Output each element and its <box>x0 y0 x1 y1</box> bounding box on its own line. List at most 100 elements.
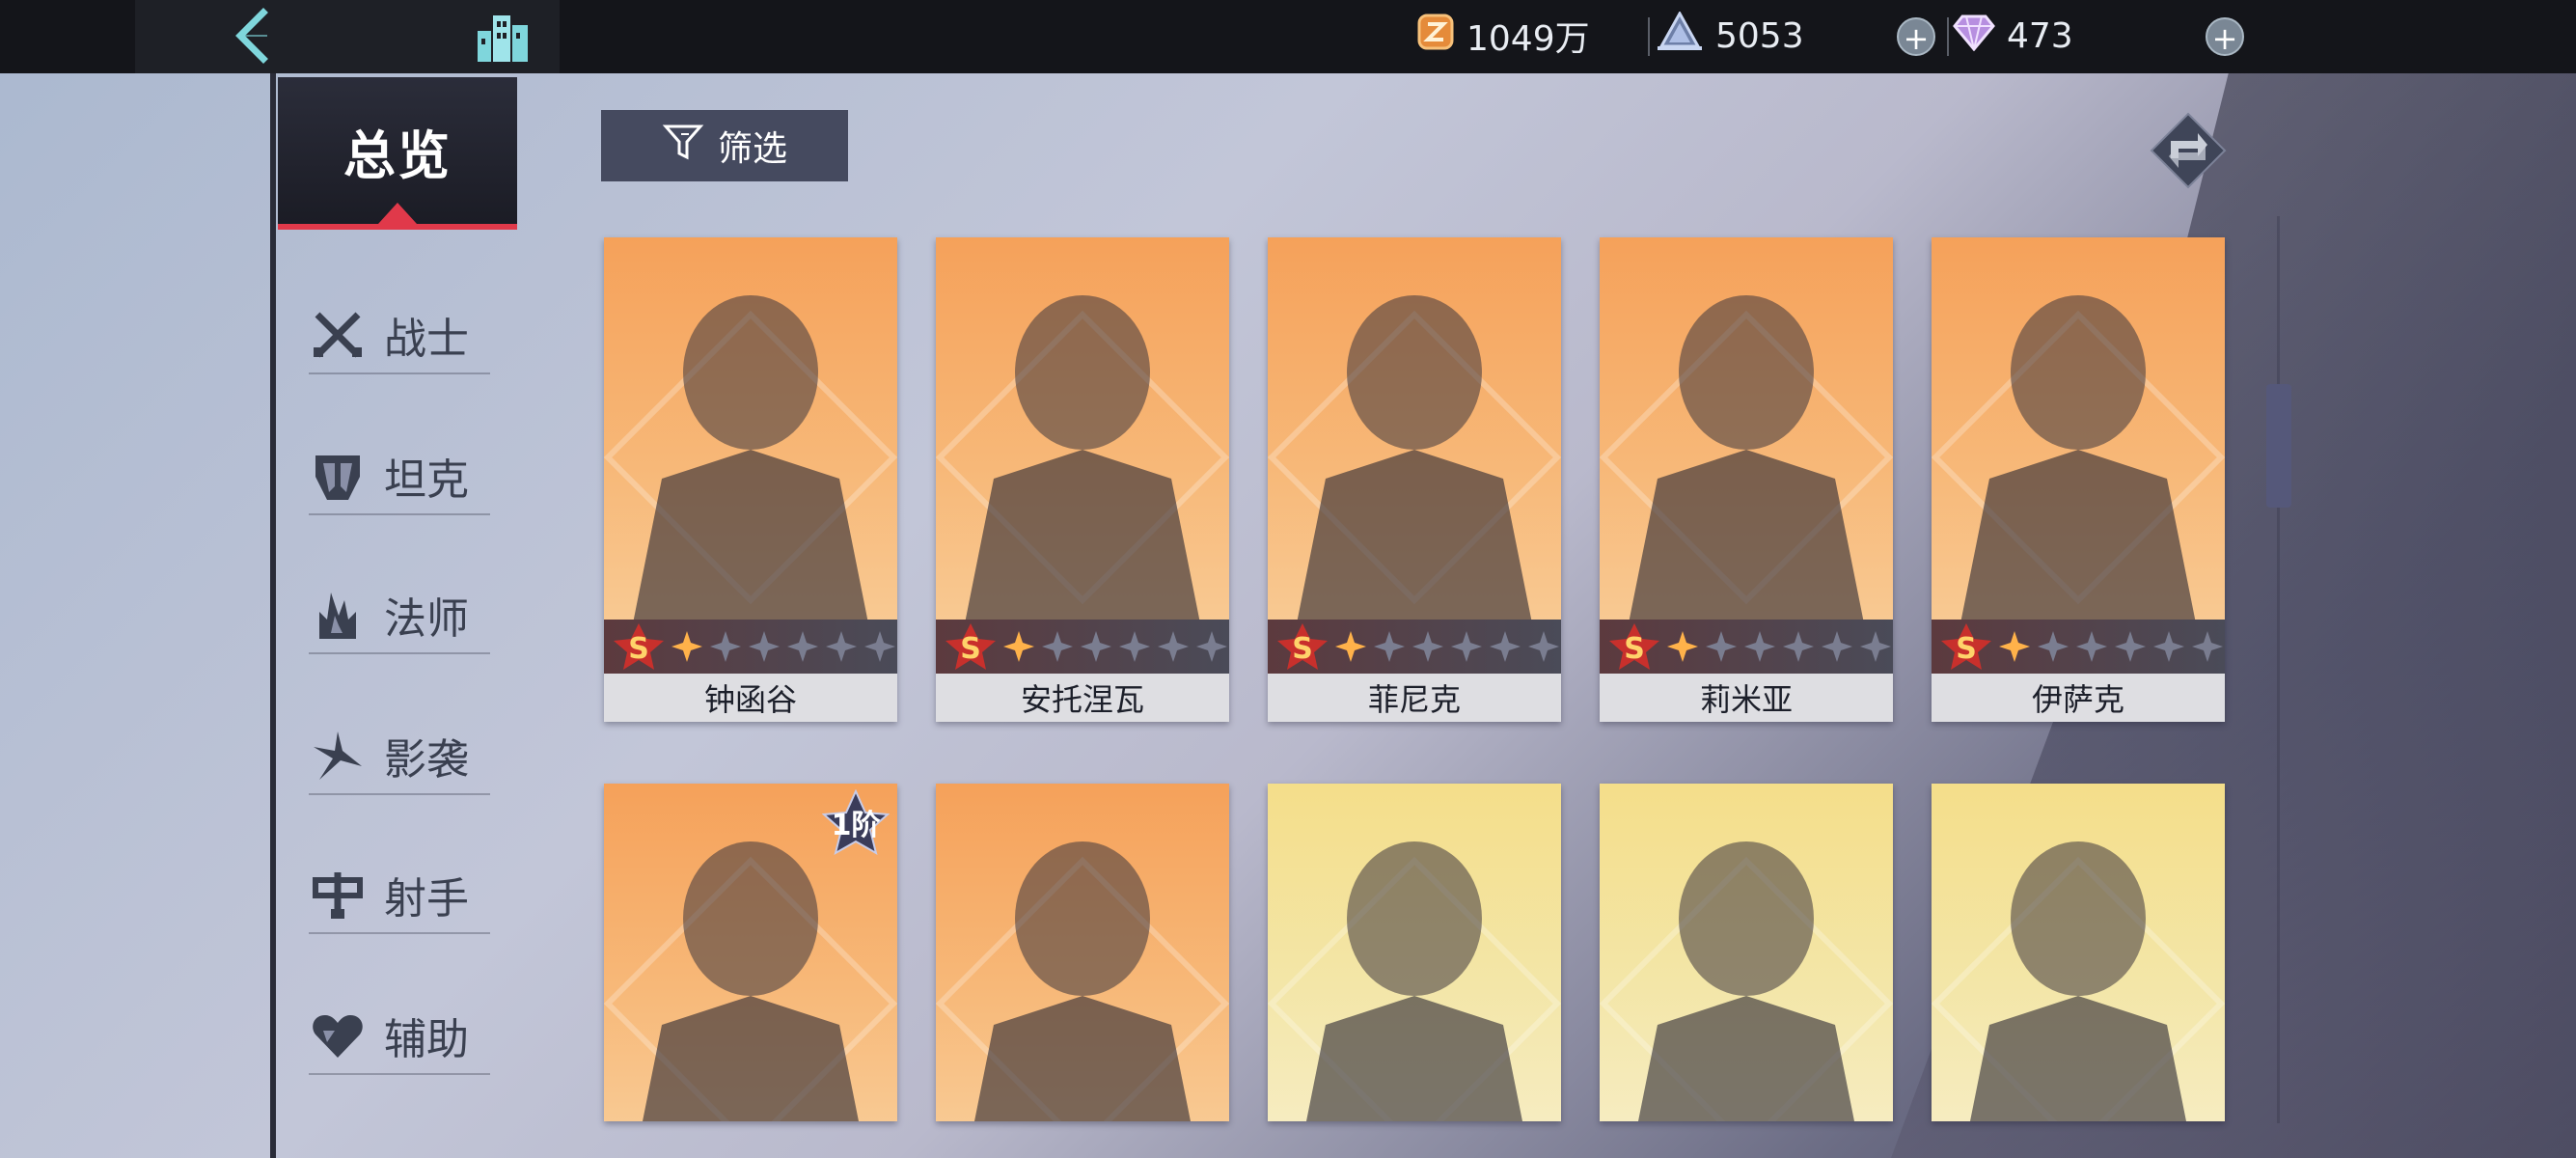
hero-body <box>1638 996 1854 1121</box>
back-arrow-icon[interactable] <box>220 2 288 69</box>
star-empty-icon <box>1158 631 1189 662</box>
star-empty-icon <box>1412 631 1443 662</box>
star-empty-icon <box>1783 631 1814 662</box>
sidebar-item-mage[interactable]: 法师 <box>309 577 490 654</box>
star-empty-icon <box>1822 631 1852 662</box>
hero-head <box>683 295 818 450</box>
svg-text:S: S <box>960 632 981 666</box>
hero-card[interactable] <box>936 784 1229 1121</box>
hero-card[interactable]: S 安托涅瓦 <box>936 237 1229 722</box>
filter-label: 筛选 <box>717 129 787 169</box>
hero-card[interactable]: S 钟函谷 <box>604 237 897 722</box>
diamond-gem-icon <box>1953 13 1995 60</box>
svg-text:S: S <box>628 632 649 666</box>
hero-silhouette <box>1932 841 2225 1121</box>
left-rail <box>270 73 276 1158</box>
hero-silhouette <box>604 295 897 620</box>
sidebar-item-tank[interactable]: 坦克 <box>309 438 490 515</box>
hero-silhouette <box>1268 841 1561 1121</box>
hero-body <box>965 450 1200 620</box>
sidebar-item-label: 射手 <box>384 874 469 924</box>
star-empty-icon <box>2153 631 2184 662</box>
grade-s-icon: S <box>1941 623 1991 670</box>
star-empty-icon <box>2038 631 2069 662</box>
hero-name: 伊萨克 <box>1932 674 2225 722</box>
grade-s-icon: S <box>1277 623 1328 670</box>
scrollbar-track[interactable] <box>2277 216 2280 1123</box>
hero-silhouette <box>936 295 1229 620</box>
rank-bar: S <box>1932 620 2225 674</box>
hero-head <box>683 841 818 996</box>
star-filled-icon <box>1335 631 1366 662</box>
star-empty-icon <box>864 631 895 662</box>
top-bar: 1049万 5053 + 473 + <box>0 0 2576 73</box>
star-empty-icon <box>1196 631 1227 662</box>
star-empty-icon <box>1119 631 1150 662</box>
sidebar-item-assassin[interactable]: 影袭 <box>309 718 490 795</box>
mage-flame-icon <box>309 586 367 644</box>
hero-card[interactable] <box>1932 784 2225 1121</box>
hero-body <box>1297 450 1532 620</box>
star-empty-icon <box>787 631 818 662</box>
hero-card[interactable]: S 伊萨克 <box>1932 237 2225 722</box>
rank-bar: S <box>936 620 1229 674</box>
rank-bar: S <box>1268 620 1561 674</box>
add-gem-button[interactable]: + <box>2206 17 2244 57</box>
hero-silhouette <box>936 841 1229 1121</box>
hero-head <box>1347 841 1482 996</box>
hero-head <box>1679 841 1814 996</box>
star-empty-icon <box>1490 631 1521 662</box>
svg-text:S: S <box>1956 632 1977 666</box>
refresh-arrows-icon[interactable] <box>2150 112 2227 189</box>
crossed-swords-icon <box>309 306 367 364</box>
add-crystal-button[interactable]: + <box>1897 17 1935 57</box>
hero-portrait <box>604 237 897 620</box>
rank-bar: S <box>604 620 897 674</box>
hero-head <box>1347 295 1482 450</box>
heart-support-icon <box>309 1006 367 1064</box>
shuriken-icon <box>309 727 367 785</box>
hero-card[interactable]: S 菲尼克 <box>1268 237 1561 722</box>
gem-amount: 473 <box>2007 15 2073 56</box>
hero-head <box>1679 295 1814 450</box>
sidebar-item-warrior[interactable]: 战士 <box>309 297 490 374</box>
star-empty-icon <box>2192 631 2223 662</box>
hero-card[interactable] <box>1600 784 1893 1121</box>
hero-body <box>643 996 859 1121</box>
hero-name: 钟函谷 <box>604 674 897 722</box>
grade-s-icon: S <box>945 623 996 670</box>
hero-portrait: 1阶 <box>604 784 897 1121</box>
gem-currency: 473 <box>1953 8 2073 64</box>
star-empty-icon <box>1744 631 1775 662</box>
hero-card[interactable]: 1阶 <box>604 784 897 1121</box>
scrollbar-thumb[interactable] <box>2266 384 2291 508</box>
sidebar-item-marksman[interactable]: 射手 <box>309 857 490 934</box>
tab-overview-label: 总览 <box>343 124 452 186</box>
hero-silhouette <box>1268 295 1561 620</box>
sidebar-item-support[interactable]: 辅助 <box>309 998 490 1075</box>
hero-head <box>1015 295 1150 450</box>
filter-button[interactable]: 筛选 <box>601 110 848 181</box>
currency-divider <box>1947 17 1949 56</box>
hero-card[interactable] <box>1268 784 1561 1121</box>
hero-card[interactable]: S 莉米亚 <box>1600 237 1893 722</box>
hero-portrait <box>936 784 1229 1121</box>
hero-portrait <box>1600 784 1893 1121</box>
active-tab-indicator <box>378 203 417 224</box>
star-empty-icon <box>1528 631 1559 662</box>
hero-silhouette <box>1600 295 1893 620</box>
hero-head <box>2011 295 2146 450</box>
star-filled-icon <box>671 631 702 662</box>
hero-head <box>1015 841 1150 996</box>
currency-divider <box>1648 17 1650 56</box>
grade-s-icon: S <box>614 623 664 670</box>
hero-silhouette <box>1932 295 2225 620</box>
hero-portrait <box>1932 237 2225 620</box>
hero-body <box>1306 996 1522 1121</box>
city-buildings-icon[interactable] <box>469 2 538 69</box>
star-empty-icon <box>749 631 780 662</box>
rank-bar: S <box>1600 620 1893 674</box>
hero-portrait <box>1932 784 2225 1121</box>
tab-overview[interactable]: 总览 <box>278 77 517 230</box>
star-empty-icon <box>2115 631 2146 662</box>
